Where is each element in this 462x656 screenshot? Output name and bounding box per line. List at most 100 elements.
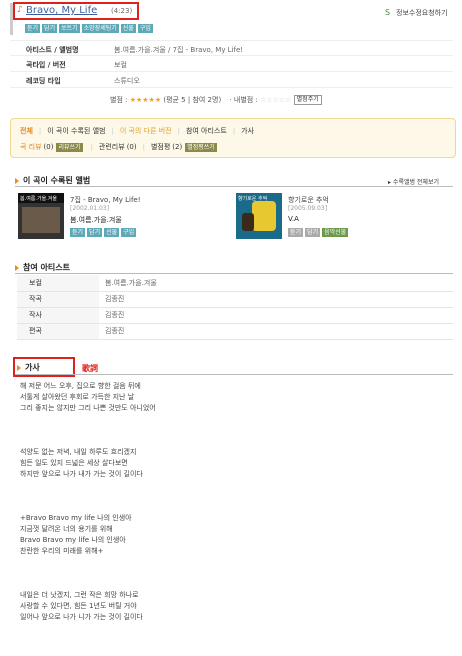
tab-box [10,118,456,158]
artists-section-header: 참여 아티스트 [15,262,70,273]
song-action-button[interactable]: 소망장세팅기 [81,24,119,33]
tab-review-link[interactable]: 곡 리뷰 [20,143,42,151]
tab-separator: | [38,127,42,135]
artist-name[interactable]: 김종진 [99,291,453,308]
album-action-button[interactable]: 구입 [121,228,137,237]
album-cover-1[interactable]: 봄.여름.가을.겨울 [18,193,64,239]
album-action-button[interactable]: 선물 [104,228,120,237]
tab-review-count: (0) [43,143,54,151]
artist-row: 편곡 김종진 [17,323,453,340]
song-title[interactable]: Bravo, My Life [26,5,97,16]
album-cover-2-badge: 향기로운 추억 [238,196,268,202]
rating-average: (평균 5 | 참여 2명) [163,96,222,104]
lyrics-line: 지금껏 달려온 너의 용기를 위해 [20,525,113,533]
lyrics-line: 하지만 앞으로 나가 내가 가는 것이 길이다 [20,470,143,478]
tab-review-link[interactable]: 별점평 [151,143,170,151]
tab-separator: | [232,127,236,135]
tab-row-1: 전체 | 이 곡이 수록된 앨범 | 이 곡의 다른 버전 | 참여 아티스트 | 가사 [20,126,254,136]
song-action-button[interactable]: 듣기 [25,24,41,33]
tab-review-count: (2) [172,143,183,151]
tab-separator: | [111,127,114,135]
artist-role: 작사 [17,307,99,324]
lyrics-line: 힘든 일도 있지 드넓은 세상 살다보면 [20,459,128,467]
tab-3[interactable]: 참여 아티스트 [186,127,227,135]
my-rating-label: 내별점 : [233,96,258,104]
artist-name[interactable]: 김종진 [99,307,453,324]
rating-label: 별점 : [110,96,128,104]
lyrics-line: 사랑할 수 있다면, 힘든 1년도 버틸 거야 [20,602,137,610]
divider [15,374,453,375]
song-buttons: 듣기 담기 쏘트기 소망장세팅기 선물 구입 [25,24,155,33]
song-action-button[interactable]: 구입 [137,24,153,33]
artists-section-title: 참여 아티스트 [23,263,70,272]
artist-row: 작곡 김종진 [17,291,453,308]
divider [15,186,453,187]
albums-section-header: 이 곡이 수록된 앨범 [15,175,90,186]
rate-button[interactable]: 별점주기 [293,95,322,105]
album-2-date: [2005.09.03] [288,205,328,212]
info-row: 레코딩 타입 스튜디오 [10,72,453,88]
artist-name[interactable]: 김종진 [99,323,453,340]
album-action-button[interactable]: 담기 [87,228,103,237]
artist-role: 편곡 [17,323,99,340]
album-cover-2[interactable]: 향기로운 추억 [236,193,282,239]
tab-separator: | [142,143,145,151]
artist-row: 보컬 봄.여름.가을.겨울 [17,275,453,292]
lyrics-stanza: 석양도 없는 저녁, 내일 하루도 흐리겠지 힘든 일도 있지 드넓은 세상 살다… [20,447,440,480]
star-icon: ★ [154,96,162,104]
album-action-button[interactable]: 듣기 [288,228,304,237]
tab-1[interactable]: 이 곡이 수록된 앨범 [47,127,105,135]
lyrics-stanza: +Bravo Bravo my life 나의 인생아 지금껏 달려온 너의 용기… [20,513,440,557]
music-gift-button[interactable]: 음악선물 [322,228,349,237]
album-cover-1-badge: 봄.여름.가을.겨울 [20,196,57,202]
album-1-date: [2002.01.03] [70,205,110,212]
album-2-artist[interactable]: V.A [288,215,299,223]
lyrics-section-title: 가사 [25,363,40,372]
info-row: 아티스트 / 앨범명 봄.여름.가을.겨울 / 7집 - Bravo, My Li… [10,40,453,56]
lyrics-line: 해 저문 어느 오후, 집으로 향한 걸음 뒤에 [20,382,141,390]
tab-2[interactable]: 이 곡의 다른 버전 [120,127,172,135]
album-1-buttons: 듣기 담기 선물 구입 [70,228,138,237]
album-2-buttons: 듣기 담기 음악선물 [288,228,350,237]
report-link[interactable]: 정보수정요청하기 [396,8,448,18]
view-all-albums-link[interactable]: ▸ 수록앨범 전체보기 [388,177,439,186]
lyrics-line: Bravo Bravo my life 나의 인생아 [20,536,126,544]
info-label: 아티스트 / 앨범명 [26,46,79,54]
write-review-button[interactable]: 리뷰쓰기 [56,142,83,152]
view-all-label: 수록앨범 전체보기 [392,179,439,186]
lyrics-line: 서툴게 살아왔던 후회로 가득한 지난 날 [20,393,135,401]
info-value[interactable]: 봄.여름.가을.겨울 / 7집 - Bravo, My Life! [114,45,243,55]
album-action-button[interactable]: 담기 [305,228,321,237]
write-review-button[interactable]: 별점평쓰기 [185,142,217,152]
lyrics-line: 내일은 더 낫겠지, 그런 작은 희망 하나로 [20,591,139,599]
song-duration: (4:23) [111,7,133,15]
lyrics-annotation: 歌詞 [82,364,98,373]
tab-separator: | [177,127,180,135]
tab-row-2: 곡 리뷰 (0) 리뷰쓰기 | 관련리뷰 (0) | 별점평 (2) 별점평쓰기 [20,142,219,152]
album-2-name[interactable]: 향기로운 추억 [288,195,329,205]
lyrics-line: 찬란한 우리의 미래를 위해+ [20,547,104,555]
tab-0[interactable]: 전체 [20,127,33,135]
lyrics-section-header: 가사 [17,362,40,373]
tab-review-link[interactable]: 관련리뷰 [99,143,125,151]
song-action-button[interactable]: 쏘트기 [59,24,80,33]
star-icon[interactable]: ☆ [285,96,291,104]
section-arrow-icon [15,265,19,271]
info-label: 레코딩 타입 [26,77,61,85]
song-action-button[interactable]: 선물 [120,24,136,33]
info-table: 아티스트 / 앨범명 봄.여름.가을.겨울 / 7집 - Bravo, My Li… [10,40,453,88]
lyrics-stanza: 해 저문 어느 오후, 집으로 향한 걸음 뒤에서툴게 살아왔던 후회로 가득한… [20,381,440,414]
my-rating-stars[interactable]: ☆☆☆☆☆ [260,96,291,104]
tab-4[interactable]: 가사 [241,127,254,135]
divider [15,273,453,274]
artist-role: 작곡 [17,291,99,308]
song-action-button[interactable]: 담기 [42,24,58,33]
rating-row: 별점 : ★★★★★ (평균 5 | 참여 2명) · 내별점 : ☆☆☆☆☆ … [110,95,324,105]
artist-name[interactable]: 봄.여름.가을.겨울 [99,275,453,292]
album-action-button[interactable]: 듣기 [70,228,86,237]
lyrics-line: 일어나 앞으로 나가 니가 가는 것이 길이다 [20,613,143,621]
album-1-name[interactable]: 7집 - Bravo, My Life! [70,195,141,205]
album-1-artist[interactable]: 봄.여름.가을.겨울 [70,215,122,225]
artists-table: 보컬 봄.여름.가을.겨울 작곡 김종진 작사 김종진 편곡 김종진 [17,275,453,340]
info-label: 곡타입 / 버전 [26,61,66,69]
